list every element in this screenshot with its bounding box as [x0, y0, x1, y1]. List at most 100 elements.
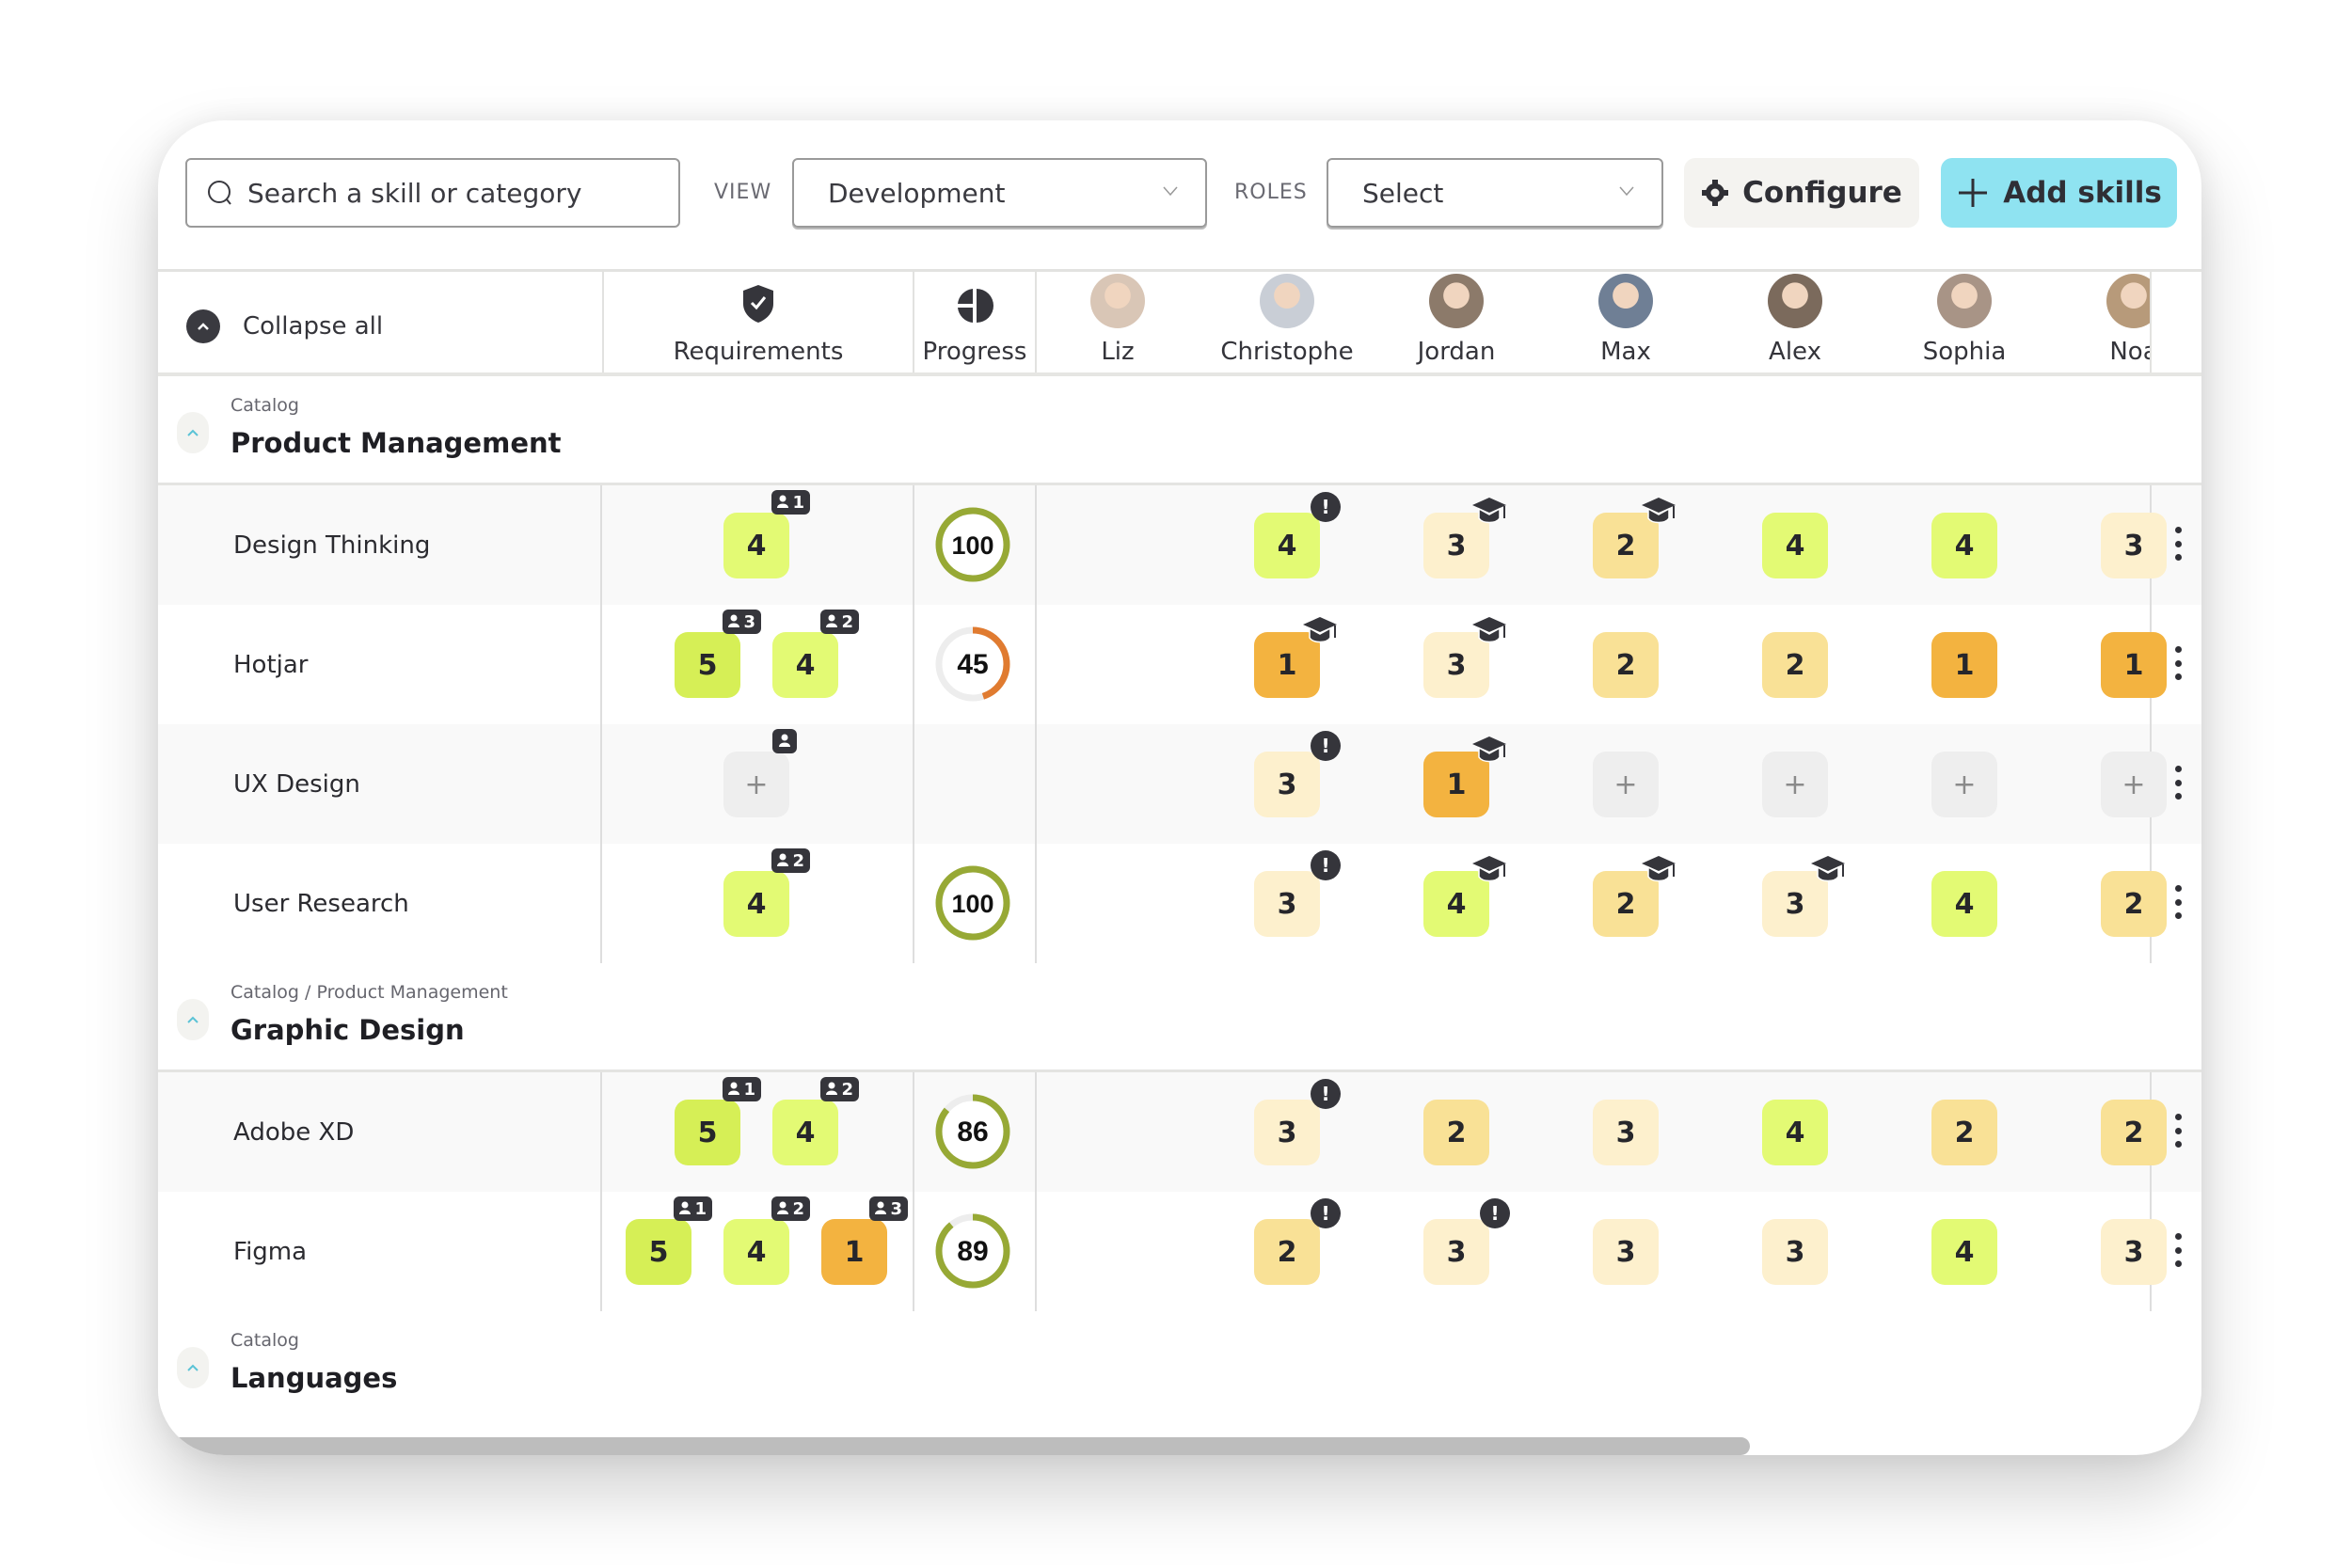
shield-check-icon: [743, 285, 773, 323]
person-skill-tile[interactable]: 3!: [1254, 850, 1341, 937]
requirements-column-header[interactable]: Requirements: [604, 272, 913, 375]
requirement-level-tile[interactable]: 42: [723, 848, 810, 937]
person-skill-tile[interactable]: 3: [1423, 498, 1506, 578]
person-skill-tile[interactable]: +: [1593, 752, 1659, 817]
person-icon: [777, 851, 789, 871]
person-skill-tile[interactable]: 4: [1423, 856, 1506, 937]
skill-level: 3: [2123, 1235, 2144, 1269]
person-name: Noa: [2109, 338, 2150, 366]
person-column-header[interactable]: Max: [1541, 272, 1710, 372]
requirement-level-tile[interactable]: 51: [675, 1077, 761, 1165]
roles-select[interactable]: Select: [1327, 158, 1663, 228]
person-skill-tile[interactable]: 3: [1762, 1219, 1828, 1285]
requirement-level-tile[interactable]: 51: [626, 1196, 712, 1285]
group-toggle-button[interactable]: [177, 1347, 209, 1388]
person-skill-tile[interactable]: 3!: [1423, 1198, 1510, 1285]
person-column-header[interactable]: Alex: [1710, 272, 1880, 372]
person-skill-tile[interactable]: +: [2101, 752, 2167, 817]
skill-name: Figma: [233, 1237, 308, 1266]
person-skill-tile[interactable]: 2: [1423, 1100, 1489, 1165]
skill-level: +: [1613, 768, 1638, 801]
configure-button[interactable]: Configure: [1684, 158, 1919, 228]
person-skill-tile[interactable]: +: [1931, 752, 1997, 817]
row-menu-icon[interactable]: [2175, 527, 2183, 561]
person-skill-tile[interactable]: 3: [2101, 1219, 2167, 1285]
row-menu-icon[interactable]: [2175, 885, 2183, 919]
skill-level: 3: [1277, 768, 1297, 801]
people-cells: 33!42342: [1210, 844, 2201, 963]
progress-column-header[interactable]: Progress: [914, 272, 1035, 375]
person-skill-tile[interactable]: 1: [1423, 736, 1506, 817]
collapse-all-button[interactable]: Collapse all: [186, 309, 383, 343]
person-skill-tile[interactable]: 3!: [1254, 1079, 1341, 1165]
skill-level: 2: [1277, 1235, 1297, 1269]
person-skill-tile[interactable]: 2: [1593, 856, 1676, 937]
view-select[interactable]: Development: [792, 158, 1207, 228]
person-column-header[interactable]: Liz: [1037, 272, 1202, 372]
group-toggle-button[interactable]: [177, 999, 209, 1040]
skill-level: 4: [1954, 887, 1975, 921]
requirement-level-tile[interactable]: +: [723, 729, 797, 817]
chevron-up-icon: [187, 429, 199, 436]
person-skill-tile[interactable]: 4: [1762, 513, 1828, 578]
requirement-level-tile[interactable]: 13: [821, 1196, 908, 1285]
requirement-level-tile[interactable]: 42: [772, 610, 859, 698]
person-skill-tile[interactable]: 3: [2101, 513, 2167, 578]
person-column-header[interactable]: Jordan: [1372, 272, 1541, 372]
row-menu-icon[interactable]: [2175, 766, 2183, 800]
skill-level: 4: [1277, 529, 1297, 562]
person-skill-tile[interactable]: 2: [1762, 632, 1828, 698]
horizontal-scrollbar[interactable]: [169, 1437, 1750, 1455]
person-column-header[interactable]: Noa: [2049, 272, 2150, 372]
row-menu-icon[interactable]: [2175, 1233, 2183, 1267]
person-skill-tile[interactable]: +: [1762, 752, 1828, 817]
person-icon: [728, 612, 740, 632]
person-skill-tile[interactable]: 1: [2101, 632, 2167, 698]
person-skill-tile[interactable]: 4!: [1254, 492, 1341, 578]
person-skill-tile[interactable]: 2!: [1254, 1198, 1341, 1285]
skill-level: 3: [1277, 1116, 1297, 1149]
add-skills-button[interactable]: Add skills: [1941, 158, 2177, 228]
avatar: [1260, 274, 1314, 328]
requirement-level-tile[interactable]: 53: [675, 610, 761, 698]
person-column-header[interactable]: Sophia: [1880, 272, 2049, 372]
requirement-level-tile[interactable]: 41: [723, 490, 810, 578]
person-skill-tile[interactable]: 2: [1593, 498, 1676, 578]
person-skill-tile[interactable]: 4: [1931, 871, 1997, 937]
chevron-up-icon: [187, 1364, 199, 1371]
skill-level: 3: [1785, 887, 1805, 921]
role-number: 1: [743, 1079, 755, 1100]
skill-level: 4: [1954, 529, 1975, 562]
skill-level: 1: [1954, 648, 1975, 682]
search-input[interactable]: Search a skill or category: [185, 158, 680, 228]
person-skill-tile[interactable]: 2: [2101, 871, 2167, 937]
role-number: 3: [890, 1198, 902, 1219]
requirement-level-tile[interactable]: 42: [723, 1196, 810, 1285]
chevron-up-icon: [187, 1016, 199, 1023]
person-skill-tile[interactable]: 4: [1762, 1100, 1828, 1165]
person-skill-tile[interactable]: 2: [2101, 1100, 2167, 1165]
person-skill-tile[interactable]: 3: [1593, 1100, 1659, 1165]
person-skill-tile[interactable]: 3: [1762, 856, 1845, 937]
person-name: Liz: [1101, 338, 1135, 366]
people-cells: 32!3!3343: [1210, 1192, 2201, 1311]
person-skill-tile[interactable]: 1: [1254, 617, 1337, 698]
row-menu-icon[interactable]: [2175, 1114, 2183, 1148]
category-group-header: Catalog Languages: [158, 1311, 2201, 1411]
person-skill-tile[interactable]: 4: [1931, 1219, 1997, 1285]
person-skill-tile[interactable]: 2: [1931, 1100, 1997, 1165]
gear-icon: [1702, 180, 1729, 206]
person-skill-tile[interactable]: 3: [1593, 1219, 1659, 1285]
person-skill-tile[interactable]: 3: [1423, 617, 1506, 698]
requirement-level: 1: [844, 1235, 865, 1269]
person-skill-tile[interactable]: 4: [1931, 513, 1997, 578]
person-skill-tile[interactable]: 3!: [1254, 731, 1341, 817]
person-column-header[interactable]: Christophe: [1202, 272, 1372, 372]
skill-level: 2: [2123, 887, 2144, 921]
row-menu-icon[interactable]: [2175, 646, 2183, 680]
group-toggle-button[interactable]: [177, 412, 209, 453]
person-skill-tile[interactable]: 1: [1931, 632, 1997, 698]
person-skill-tile[interactable]: 2: [1593, 632, 1659, 698]
requirement-level-tile[interactable]: 42: [772, 1077, 859, 1165]
skill-level: +: [1952, 768, 1977, 801]
